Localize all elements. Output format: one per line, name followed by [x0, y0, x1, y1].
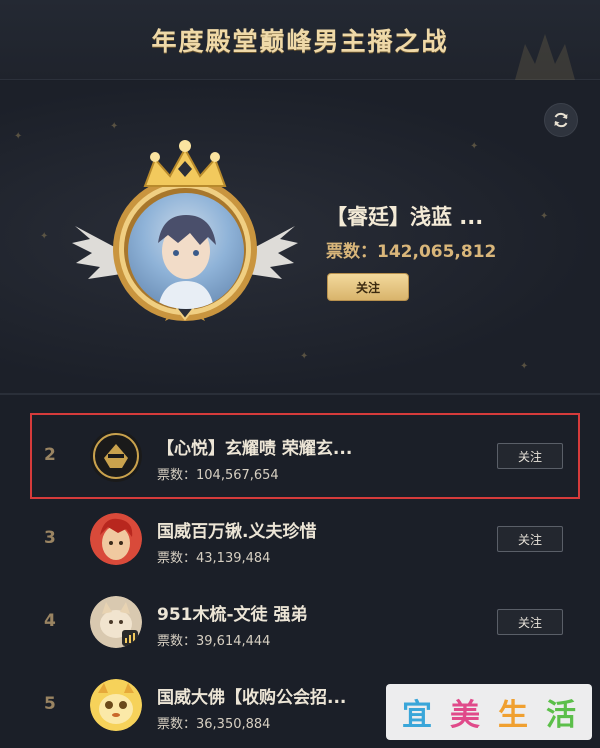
- refresh-icon: [554, 112, 568, 128]
- sparkle-icon: ✦: [40, 231, 49, 242]
- avatar-portrait-icon: [90, 513, 142, 565]
- ranking-row[interactable]: 3 国威百万锹.义夫珍惜 票数：43,139,484 关注: [0, 500, 600, 576]
- streamer-name: 951木梳-文徒 强弟: [157, 605, 308, 625]
- sparkle-icon: ✦: [300, 351, 309, 362]
- champion-votes: 票数：142,065,812: [326, 242, 497, 262]
- vote-count: 票数：39,614,444: [157, 634, 271, 649]
- watermark-char: 宜: [402, 698, 432, 733]
- vote-count: 票数：36,350,884: [157, 717, 271, 732]
- follow-button[interactable]: 关注: [497, 526, 563, 552]
- rank-number: 5: [44, 694, 56, 714]
- sparkle-icon: ✦: [470, 141, 479, 152]
- champion-name: 【睿廷】浅蓝 ...: [326, 205, 484, 229]
- champion-panel: ✦ ✦ ✦ ✦ ✦ ✦ ✦ 【睿廷】浅蓝 ... 票数：142,065,812 …: [0, 81, 600, 393]
- rank-number: 3: [44, 528, 56, 548]
- divider: [0, 393, 600, 395]
- vote-count: 票数：43,139,484: [157, 551, 271, 566]
- highlight-box: [30, 413, 580, 499]
- sparkle-icon: ✦: [14, 131, 23, 142]
- trophy-decoration-icon: [515, 34, 575, 80]
- watermark-logo: 宜 美 生 活: [386, 684, 592, 740]
- avatar-portrait-icon: [158, 215, 216, 309]
- watermark-char: 生: [498, 698, 528, 733]
- avatar[interactable]: [90, 513, 142, 565]
- avatar[interactable]: [90, 596, 142, 648]
- rank-number: 4: [44, 611, 56, 631]
- sparkle-icon: ✦: [520, 361, 529, 372]
- watermark-char: 美: [450, 698, 480, 733]
- champion-badge: [70, 131, 300, 341]
- streamer-name: 国威百万锹.义夫珍惜: [157, 522, 317, 542]
- avatar-pet-icon: [90, 596, 142, 648]
- avatar-cartoon-icon: [90, 679, 142, 731]
- ranking-row[interactable]: 4 951木梳-文徒 强弟 票数：39,614,444 关注: [0, 583, 600, 659]
- champion-follow-button[interactable]: 关注: [327, 273, 409, 301]
- page-header: 年度殿堂巅峰男主播之战: [0, 0, 600, 80]
- avatar[interactable]: [90, 679, 142, 731]
- follow-button[interactable]: 关注: [497, 609, 563, 635]
- watermark-char: 活: [546, 698, 576, 733]
- champion-avatar[interactable]: [128, 193, 244, 309]
- page-title: 年度殿堂巅峰男主播之战: [151, 26, 449, 56]
- refresh-button[interactable]: [544, 103, 578, 137]
